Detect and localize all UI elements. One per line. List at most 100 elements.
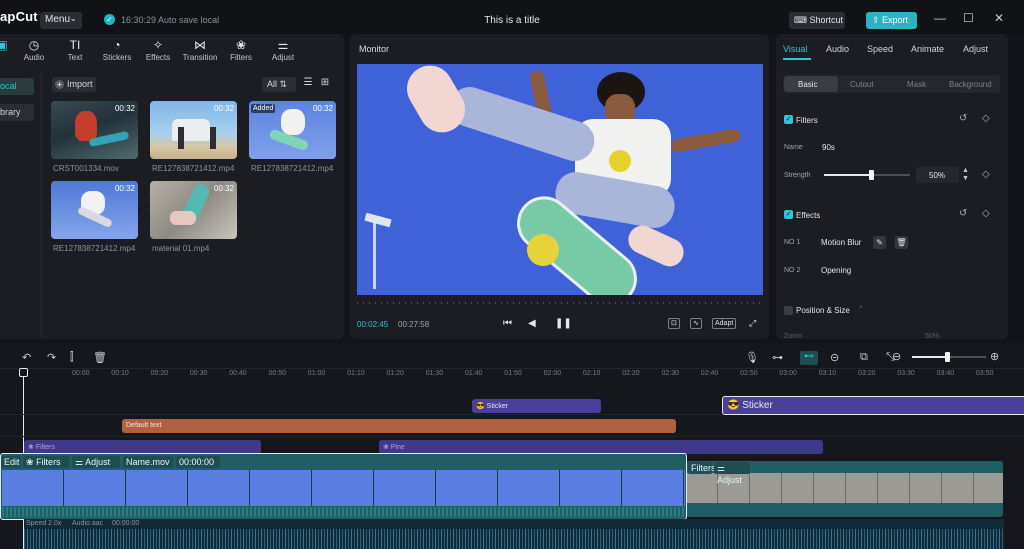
chain-icon[interactable]: ⊝ <box>830 351 839 364</box>
video-clip-main[interactable]: Edit ❀ Filters ⚌ Adjust Name.mov 00:00:0… <box>0 453 687 520</box>
media-thumbnail[interactable]: Added 00:32 <box>249 101 336 159</box>
ruler-tick-label: 03:50 <box>975 370 994 377</box>
filter-clip[interactable]: ❀ Filters <box>24 440 261 454</box>
toolbar-audio[interactable]: ◷ Audio <box>13 37 55 62</box>
magnet-icon[interactable]: ⊷ <box>800 351 818 365</box>
sticker-clip[interactable]: 😎 Sticker <box>472 399 601 413</box>
media-thumbnail[interactable]: 00:32 <box>51 181 138 239</box>
close-icon[interactable]: ✕ <box>994 11 1004 25</box>
waveform-icon[interactable]: ∿ <box>690 318 702 329</box>
keyboard-icon: ⌨ <box>794 15 810 25</box>
audio-icon: ◷ <box>28 38 40 52</box>
zoom-in-icon[interactable]: ⊕ <box>990 350 999 363</box>
sticker-clip-selected[interactable]: 😎 Sticker <box>722 396 1024 415</box>
filters-checkbox[interactable]: ✓ <box>784 115 793 124</box>
stepper-icon[interactable]: ▲ ▼ <box>962 167 969 183</box>
effects-checkbox[interactable]: ✓ <box>784 210 793 219</box>
media-thumbnail[interactable]: 00:32 <box>150 181 237 239</box>
toolbar-stickers[interactable]: ◔ Stickers <box>96 37 138 62</box>
undo-icon[interactable]: ↶ <box>22 351 31 364</box>
prev-frame-icon[interactable]: ◀ <box>528 318 536 329</box>
media-filename: RE127838721412.mp4 <box>53 244 136 253</box>
toolbar-text[interactable]: TI Text <box>54 37 96 62</box>
clip-filters-chip[interactable]: ❀ Filters <box>23 456 69 468</box>
clip-edit-chip[interactable]: Edit <box>1 456 21 468</box>
audio-clip[interactable] <box>24 519 1004 549</box>
export-button[interactable]: ⇪ Export <box>866 12 917 29</box>
clip-adjust-chip[interactable]: ⚌ Adjust <box>714 462 750 485</box>
sidenav-local[interactable]: ocal <box>0 78 34 95</box>
toolbar-adjust[interactable]: ⚌ Adjust <box>262 37 304 62</box>
zoom-slider[interactable] <box>912 352 986 362</box>
import-button[interactable]: + Import <box>52 77 96 92</box>
preview-axis-icon[interactable]: ⧉ <box>860 351 868 364</box>
microphone-icon[interactable]: 🎙 <box>745 351 759 364</box>
toolbar-effects[interactable]: ✧ Effects <box>137 37 179 62</box>
tab-speed[interactable]: Speed <box>867 44 893 54</box>
ruler-tick-label: 00:20 <box>150 370 169 377</box>
zoom-out-icon[interactable]: ⊖ <box>892 350 901 363</box>
reset-icon[interactable]: ↺ <box>959 113 967 124</box>
chevron-up-icon[interactable]: ⌃ <box>858 305 864 313</box>
redo-icon[interactable]: ↷ <box>47 351 56 364</box>
fullscreen-preview-icon[interactable]: ⊡ <box>668 318 680 329</box>
adapt-button[interactable]: Adapt <box>712 318 737 329</box>
tab-visual[interactable]: Visual <box>783 44 807 54</box>
subtab-cutout[interactable]: Cutout <box>850 80 874 89</box>
subtab-basic[interactable]: Basic <box>798 80 818 89</box>
delete-icon[interactable]: 🗑 <box>895 236 908 249</box>
media-thumbnail[interactable]: 00:32 <box>150 101 237 159</box>
strength-slider[interactable] <box>824 170 910 180</box>
delete-icon[interactable]: 🗑 <box>93 351 107 364</box>
tab-animate[interactable]: Animate <box>911 44 944 54</box>
keyframe-icon[interactable]: ◇ <box>982 113 990 124</box>
adjust-icon: ⚌ <box>75 457 84 467</box>
audio-time: 00:00:00 <box>112 520 140 527</box>
expand-icon[interactable]: ⤢ <box>749 318 756 329</box>
monitor-scrubber[interactable] <box>357 300 763 306</box>
video-filmstrip <box>2 470 685 506</box>
edit-icon[interactable]: ✎ <box>873 236 886 249</box>
sidenav-library[interactable]: brary <box>0 104 34 121</box>
ruler-tick-label: 02:20 <box>622 370 640 377</box>
list-view-icon[interactable]: ☰ <box>301 77 315 92</box>
position-checkbox[interactable] <box>784 306 793 315</box>
clip-audio-wave <box>2 507 685 517</box>
minimize-icon[interactable]: — <box>934 11 946 25</box>
text-clip[interactable]: Default text <box>122 419 676 433</box>
maximize-icon[interactable]: ☐ <box>963 11 974 25</box>
filters-icon: ❀ <box>383 444 391 451</box>
skip-back-icon[interactable]: ⏮ <box>503 318 512 329</box>
video-preview[interactable] <box>357 64 763 295</box>
subtab-background[interactable]: Background <box>949 80 992 89</box>
filter-clip[interactable]: ❀ Pine <box>379 440 823 454</box>
clip-adjust-chip[interactable]: ⚌ Adjust <box>72 456 120 468</box>
strength-value[interactable]: 50% <box>929 171 945 180</box>
shortcut-button[interactable]: ⌨ Shortcut <box>789 12 845 29</box>
video-clip-secondary[interactable]: Filters ⚌ Adjust <box>686 461 1003 517</box>
filter-dropdown[interactable]: All ⇅ <box>262 77 296 92</box>
tab-adjust[interactable]: Adjust <box>963 44 988 54</box>
toolbar-filters[interactable]: ❀ Filters <box>220 37 262 62</box>
media-filename: RE127838721412.mp4 <box>251 164 334 173</box>
keyframe-icon[interactable]: ◇ <box>982 208 990 219</box>
playhead-handle[interactable] <box>19 368 28 377</box>
tab-audio[interactable]: Audio <box>826 44 849 54</box>
reset-icon[interactable]: ↺ <box>959 208 967 219</box>
effects-title: Effects <box>796 211 821 220</box>
subtab-mask[interactable]: Mask <box>907 80 926 89</box>
pause-icon[interactable]: ❚❚ <box>555 318 572 329</box>
keyframe-icon[interactable]: ◇ <box>982 169 990 180</box>
grid-view-icon[interactable]: ⊞ <box>318 77 332 92</box>
media-thumbnail[interactable]: 00:32 <box>51 101 138 159</box>
ruler-tick-label: 03:20 <box>858 370 876 377</box>
select-tool-icon[interactable]: › <box>0 351 1 363</box>
toolbar-transition[interactable]: ⋈ Transition <box>179 37 221 62</box>
split-icon[interactable]: ⫿ <box>70 351 74 364</box>
clip-label: Sticker <box>742 400 773 411</box>
clip-filters-chip[interactable]: Filters <box>688 462 716 474</box>
toolbar-label: Text <box>67 53 83 62</box>
media-filename: RE127838721412.mp4 <box>152 164 235 173</box>
current-timecode: 00:02:45 <box>357 320 389 329</box>
link-clips-icon[interactable]: ⊶ <box>772 351 783 364</box>
